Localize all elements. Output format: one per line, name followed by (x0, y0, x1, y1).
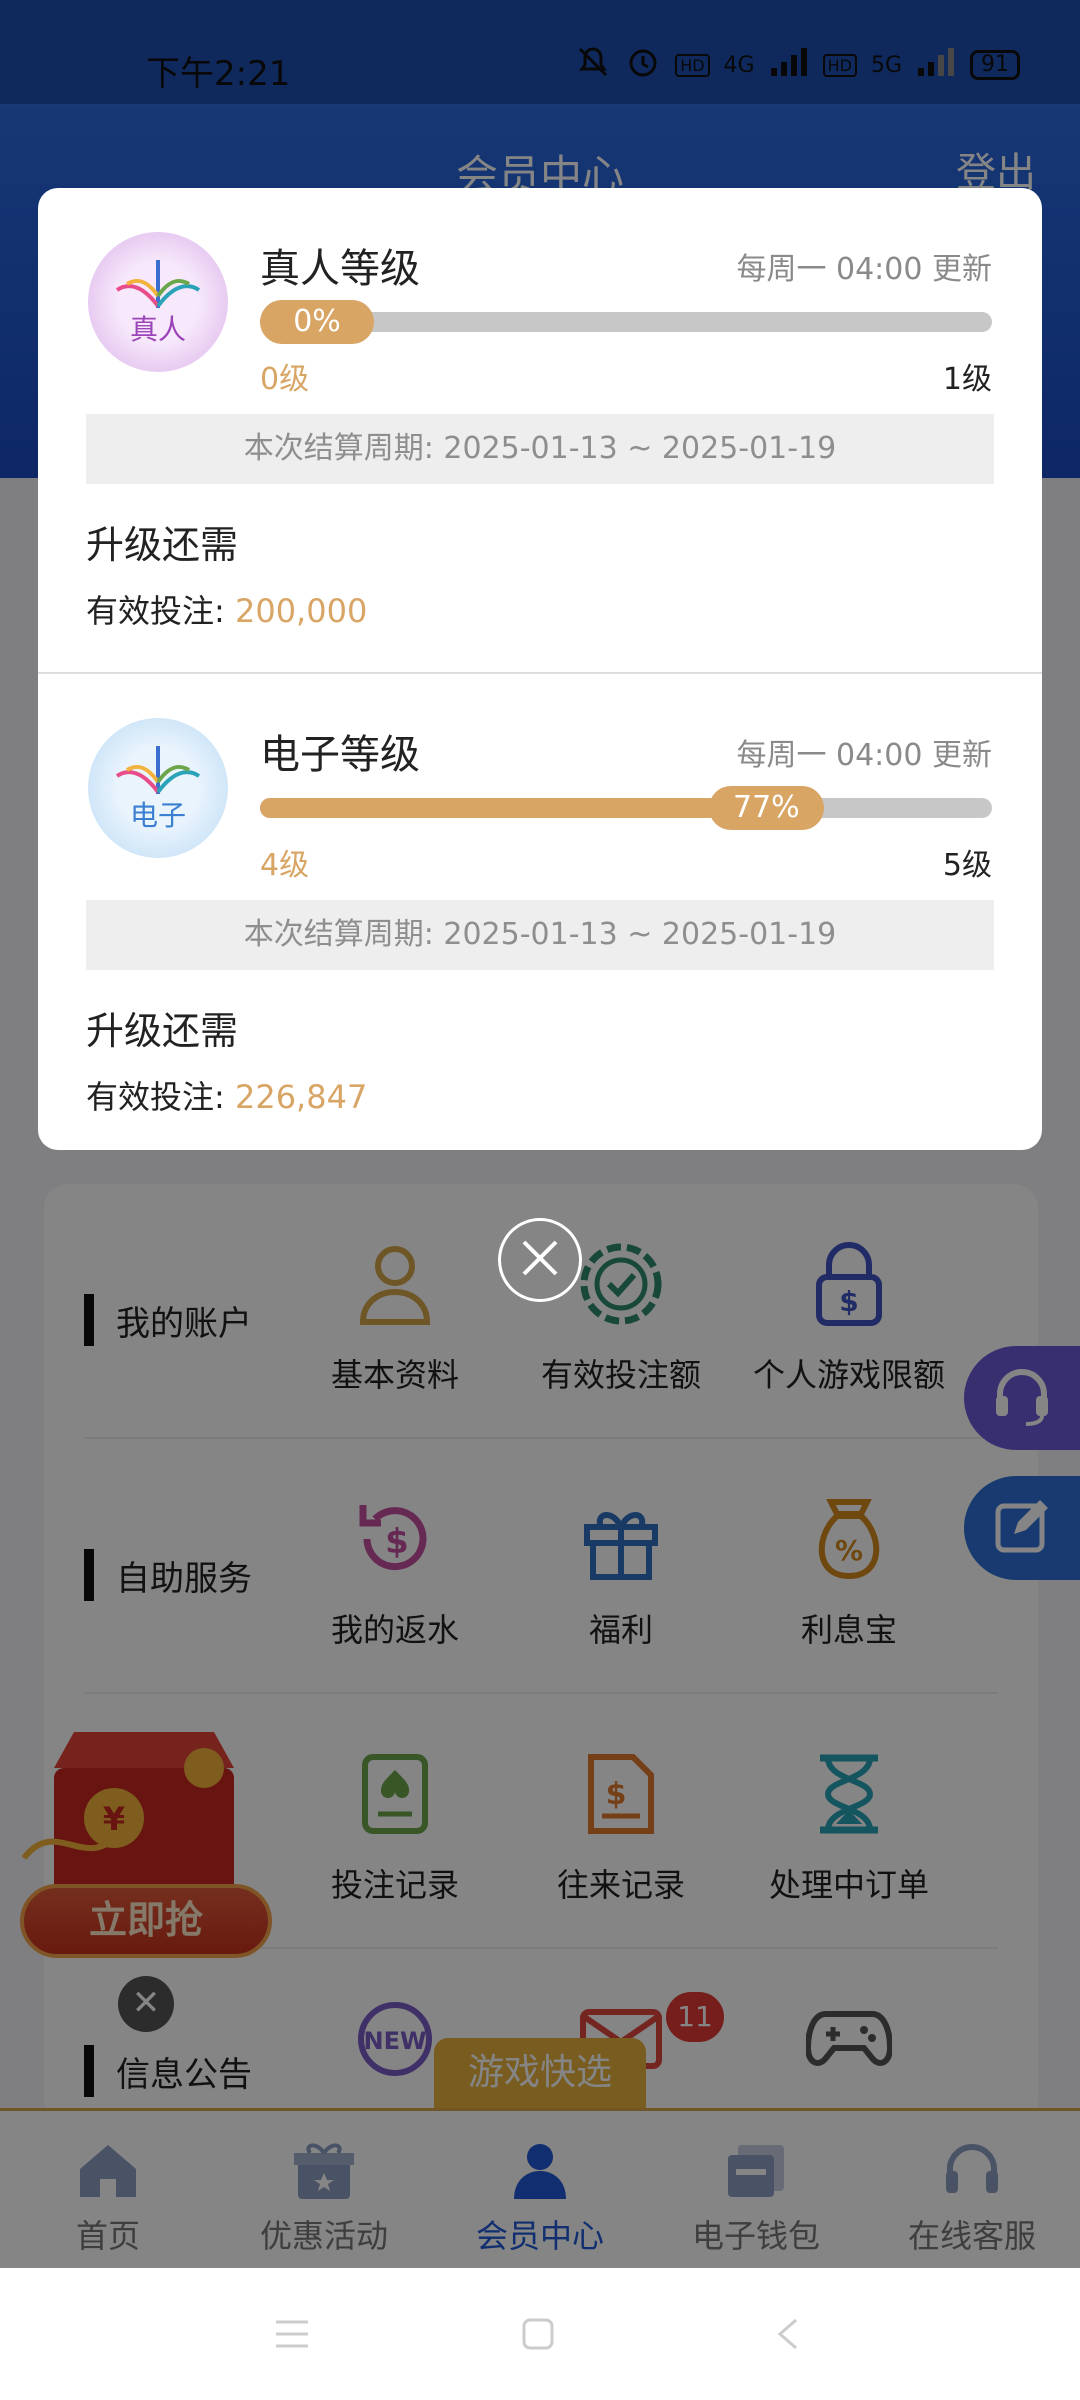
valid-bet-requirement: 有效投注: 226,847 (86, 1078, 368, 1116)
level-modal: 真人 真人等级 每周一 04:00 更新 0% 0级 1级 本次结算周期: 20… (38, 188, 1042, 1150)
valid-bet-requirement: 有效投注: 200,000 (86, 592, 368, 630)
progress-percent: 77% (709, 786, 824, 830)
valid-bet-value: 226,847 (234, 1078, 368, 1116)
book-tree-icon (115, 260, 201, 308)
level-section-slots: 电子 电子等级 每周一 04:00 更新 77% 4级 5级 本次结算周期: 2… (38, 672, 1042, 1150)
upgrade-requirement-label: 升级还需 (86, 1009, 239, 1053)
settlement-period: 本次结算周期: 2025-01-13 ~ 2025-01-19 (86, 900, 994, 970)
current-level: 0级 (260, 362, 310, 397)
menu-icon[interactable] (272, 2318, 312, 2354)
book-tree-icon (115, 746, 201, 794)
level-title: 真人等级 (260, 246, 420, 292)
level-section-live: 真人 真人等级 每周一 04:00 更新 0% 0级 1级 本次结算周期: 20… (38, 188, 1042, 668)
refresh-note: 每周一 04:00 更新 (736, 738, 992, 773)
progress-track: 0% (260, 300, 992, 344)
home-button-icon[interactable] (520, 2316, 556, 2356)
settlement-period: 本次结算周期: 2025-01-13 ~ 2025-01-19 (86, 414, 994, 484)
next-level: 5级 (942, 848, 992, 883)
back-icon[interactable] (774, 2316, 802, 2356)
progress-track: 77% (260, 786, 992, 830)
next-level: 1级 (942, 362, 992, 397)
slots-level-badge: 电子 (88, 718, 228, 858)
system-nav-bar (0, 2268, 1080, 2400)
current-level: 4级 (260, 848, 310, 883)
valid-bet-value: 200,000 (234, 592, 368, 630)
modal-close-button[interactable] (498, 1218, 582, 1302)
progress-percent: 0% (260, 300, 374, 344)
level-title: 电子等级 (260, 732, 420, 778)
upgrade-requirement-label: 升级还需 (86, 523, 239, 567)
refresh-note: 每周一 04:00 更新 (736, 252, 992, 287)
close-icon (518, 1236, 562, 1284)
live-level-badge: 真人 (88, 232, 228, 372)
